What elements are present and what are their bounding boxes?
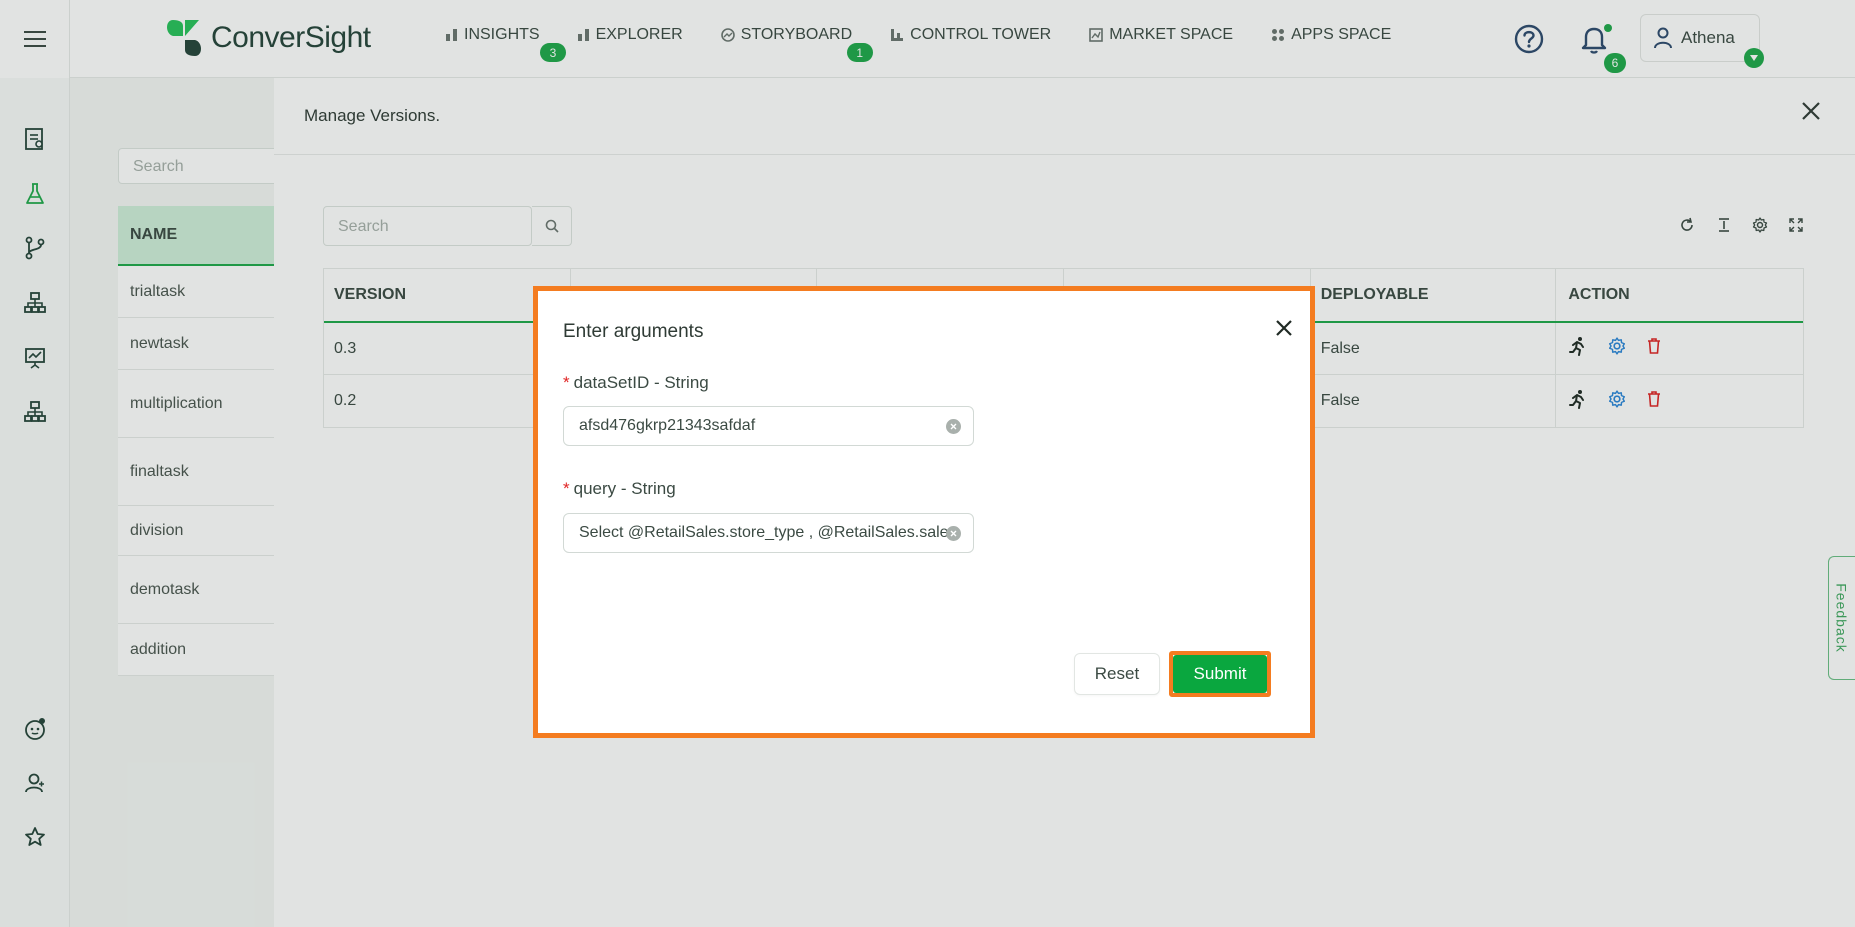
query-label-text: query - String [573, 479, 676, 498]
query-label: * query - String [563, 479, 676, 499]
query-value: Select @RetailSales.store_type , @Retail… [579, 524, 957, 541]
dataset-id-value: afsd476gkrp21343safdaf [579, 417, 756, 434]
dataset-id-label: * dataSetID - String [563, 373, 709, 393]
modal-title: Enter arguments [563, 321, 704, 342]
required-asterisk: * [563, 479, 570, 498]
clear-input-icon[interactable] [946, 419, 961, 434]
modal-close-icon[interactable] [1269, 313, 1299, 343]
reset-button[interactable]: Reset [1074, 653, 1160, 695]
enter-arguments-modal: Enter arguments * dataSetID - String afsd… [533, 286, 1315, 738]
required-asterisk: * [563, 373, 570, 392]
query-input[interactable]: Select @RetailSales.store_type , @Retail… [563, 513, 974, 553]
dataset-id-label-text: dataSetID - String [573, 373, 709, 392]
submit-button[interactable]: Submit [1173, 655, 1267, 693]
clear-input-icon[interactable] [946, 526, 961, 541]
submit-button-highlight: Submit [1169, 651, 1271, 697]
dataset-id-input[interactable]: afsd476gkrp21343safdaf [563, 406, 974, 446]
